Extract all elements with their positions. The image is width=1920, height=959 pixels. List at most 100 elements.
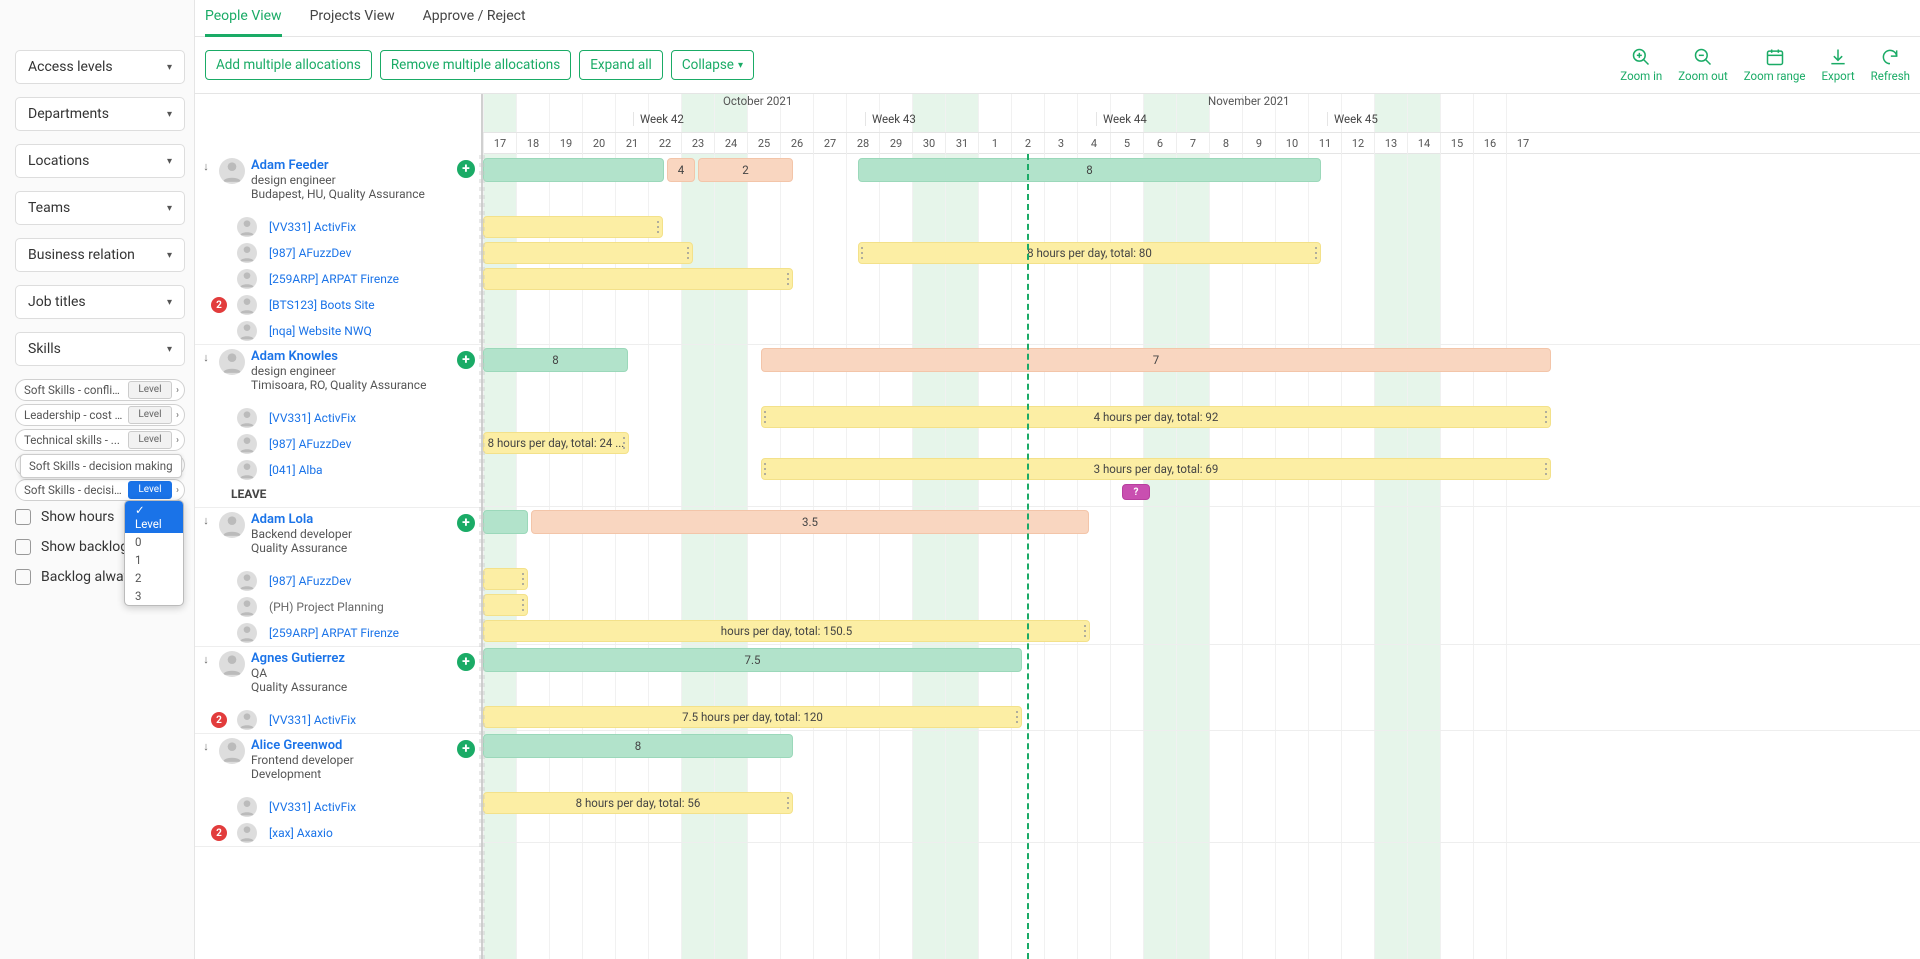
resize-handle-icon[interactable] [522,598,525,612]
filter-job-titles[interactable]: Job titles▾ [15,285,185,319]
project-link[interactable]: [xax] Axaxio [269,826,333,840]
collapse-icon[interactable]: ↓ [199,158,213,214]
resize-handle-icon[interactable] [787,272,790,286]
person-name[interactable]: Alice Greenwod [251,738,457,753]
capacity-bar[interactable]: 7.5 [483,648,1022,672]
expand-all-button[interactable]: Expand all [579,50,663,80]
project-link[interactable]: [BTS123] Boots Site [269,298,375,312]
tab-projects-view[interactable]: Projects View [310,0,395,36]
zoom-range-button[interactable]: Zoom range [1744,47,1806,83]
collapse-icon[interactable]: ↓ [199,651,213,707]
allocation-bar[interactable] [483,216,663,238]
person-name[interactable]: Agnes Gutierrez [251,651,457,666]
resize-handle-icon[interactable] [623,436,626,450]
resize-handle-icon[interactable] [764,410,767,424]
filter-locations[interactable]: Locations▾ [15,144,185,178]
project-link[interactable]: [259ARP] ARPAT Firenze [269,272,399,286]
capacity-bar[interactable] [483,510,528,534]
person-name[interactable]: Adam Feeder [251,158,457,173]
project-link[interactable]: [987] AFuzzDev [269,437,351,451]
filter-teams[interactable]: Teams▾ [15,191,185,225]
resize-handle-icon[interactable] [657,220,660,234]
project-link[interactable]: [987] AFuzzDev [269,574,351,588]
skill-chip[interactable]: Technical skills - ...Level›Soft Skills … [15,429,185,451]
skill-chip[interactable]: Leadership - cost m...Level› [15,404,185,426]
tab-people-view[interactable]: People View [205,0,282,37]
resize-handle-icon[interactable] [861,246,864,260]
resize-handle-icon[interactable] [687,246,690,260]
skill-level-select[interactable]: Level [128,406,172,424]
export-button[interactable]: Export [1821,47,1854,83]
level-dropdown[interactable]: ✓ Level0123 [124,500,184,606]
dropdown-option[interactable]: 1 [125,551,183,569]
project-link[interactable]: [259ARP] ARPAT Firenze [269,626,399,640]
capacity-bar[interactable]: 8 [483,734,793,758]
filter-departments[interactable]: Departments▾ [15,97,185,131]
capacity-bar[interactable]: 4 [667,158,695,182]
skill-level-select[interactable]: Level [128,431,172,449]
column-resize-handle[interactable] [479,154,485,959]
filter-business-relation[interactable]: Business relation▾ [15,238,185,272]
allocation-bar[interactable] [483,568,528,590]
skill-level-select[interactable]: Level [128,481,172,499]
project-link[interactable]: [VV331] ActivFix [269,713,356,727]
allocation-bar[interactable] [483,242,693,264]
dropdown-option[interactable]: 0 [125,533,183,551]
person-name[interactable]: Adam Lola [251,512,457,527]
dropdown-option[interactable]: 3 [125,587,183,605]
resize-handle-icon[interactable] [787,796,790,810]
resize-handle-icon[interactable] [522,572,525,586]
filter-access-levels[interactable]: Access levels▾ [15,50,185,84]
remove-allocations-button[interactable]: Remove multiple allocations [380,50,571,80]
project-link[interactable]: (PH) Project Planning [269,600,384,614]
capacity-bar[interactable]: 7 [761,348,1551,372]
capacity-bar[interactable]: 3.5 [531,510,1089,534]
allocation-bar[interactable]: 8 hours per day, total: 56 [483,792,793,814]
add-allocation-button[interactable]: + [457,160,475,178]
dropdown-option[interactable]: ✓ Level [125,501,183,533]
refresh-button[interactable]: Refresh [1871,47,1910,83]
project-link[interactable]: [VV331] ActivFix [269,220,356,234]
leave-bar[interactable]: ? [1122,484,1150,500]
person-name[interactable]: Adam Knowles [251,349,457,364]
resize-handle-icon[interactable] [1016,710,1019,724]
allocation-bar[interactable]: 8 hours per day, total: 24 ... [483,432,629,454]
project-link[interactable]: [041] Alba [269,463,323,477]
allocation-bar[interactable]: 8 hours per day, total: 80 [858,242,1321,264]
project-link[interactable]: [VV331] ActivFix [269,800,356,814]
allocation-bar[interactable] [483,594,528,616]
skill-level-select[interactable]: Level [128,381,172,399]
project-link[interactable]: [987] AFuzzDev [269,246,351,260]
collapse-icon[interactable]: ↓ [199,349,213,405]
add-allocations-button[interactable]: Add multiple allocations [205,50,372,80]
collapse-icon[interactable]: ↓ [199,512,213,568]
project-link[interactable]: [VV331] ActivFix [269,411,356,425]
zoom-in-button[interactable]: Zoom in [1620,47,1662,83]
add-allocation-button[interactable]: + [457,740,475,758]
zoom-out-button[interactable]: Zoom out [1678,47,1728,83]
add-allocation-button[interactable]: + [457,514,475,532]
resize-handle-icon[interactable] [1545,462,1548,476]
resize-handle-icon[interactable] [1084,624,1087,638]
filter-skills[interactable]: Skills▾ [15,332,185,366]
allocation-bar[interactable]: 4 hours per day, total: 92 [761,406,1551,428]
resize-handle-icon[interactable] [764,462,767,476]
add-allocation-button[interactable]: + [457,653,475,671]
resize-handle-icon[interactable] [1315,246,1318,260]
skill-chip[interactable]: Soft Skills - decision...Level›✓ Level01… [15,479,185,501]
tab-approve-reject[interactable]: Approve / Reject [423,0,526,36]
collapse-button[interactable]: Collapse▾ [671,50,754,80]
dropdown-option[interactable]: 2 [125,569,183,587]
allocation-bar[interactable]: 7.5 hours per day, total: 120 [483,706,1022,728]
skill-chip[interactable]: Soft Skills - conflict r...Level› [15,379,185,401]
collapse-icon[interactable]: ↓ [199,738,213,794]
capacity-bar[interactable]: 8 [858,158,1321,182]
capacity-bar[interactable]: 8 [483,348,628,372]
allocation-bar[interactable]: hours per day, total: 150.5 [483,620,1090,642]
capacity-bar[interactable]: 2 [698,158,793,182]
allocation-bar[interactable]: 3 hours per day, total: 69 [761,458,1551,480]
project-link[interactable]: [nqa] Website NWQ [269,324,372,338]
allocation-bar[interactable] [483,268,793,290]
add-allocation-button[interactable]: + [457,351,475,369]
capacity-bar[interactable] [483,158,664,182]
